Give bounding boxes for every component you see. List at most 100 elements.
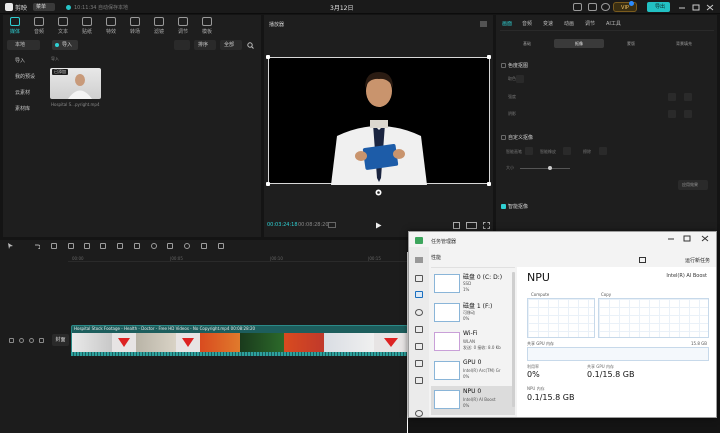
sidebar-item-library[interactable]: 素材库 xyxy=(7,104,40,114)
tool-text[interactable]: 文本 xyxy=(52,17,74,35)
lock-track-icon[interactable] xyxy=(9,338,14,343)
brush-size-handle[interactable] xyxy=(548,166,552,170)
device-disk-0[interactable]: 磁盘 0 (C: D:) SSD 1% xyxy=(431,270,515,299)
tool-audio[interactable]: 音频 xyxy=(28,17,50,35)
device-disk-1[interactable]: 磁盘 1 (F:) 可移动 0% xyxy=(431,299,515,328)
tool-transition[interactable]: 转场 xyxy=(124,17,146,35)
tool-sticker[interactable]: 贴纸 xyxy=(76,17,98,35)
tool-effects[interactable]: 特效 xyxy=(100,17,122,35)
sort-button[interactable]: 排序 xyxy=(194,40,216,50)
erase-tool[interactable] xyxy=(599,147,607,155)
tab-audio[interactable]: 音频 xyxy=(522,20,532,27)
tool-adjust[interactable]: 调节 xyxy=(172,17,194,35)
smart-eraser-tool[interactable] xyxy=(563,147,571,155)
hamburger-icon[interactable] xyxy=(415,257,423,263)
cover-button[interactable]: 封面 xyxy=(52,334,69,346)
rotate-icon[interactable] xyxy=(184,243,190,249)
close-icon[interactable] xyxy=(706,4,714,11)
fit-icon[interactable] xyxy=(453,222,460,229)
color-picker-swatch[interactable] xyxy=(516,75,524,83)
tool-template[interactable]: 模板 xyxy=(196,17,218,35)
export-button[interactable]: 导出 xyxy=(647,2,670,12)
services-icon[interactable] xyxy=(415,377,423,384)
hide-track-icon[interactable] xyxy=(19,338,24,343)
import-button[interactable]: 导入 xyxy=(52,40,78,50)
minimize-icon[interactable] xyxy=(678,4,686,11)
subtab-background[interactable]: 背景填充 xyxy=(658,39,710,48)
timecode-mode-icon[interactable] xyxy=(328,222,336,228)
device-wifi[interactable]: Wi-Fi WLAN 发送: 0 接收: 8.0 Kb xyxy=(431,328,515,357)
rotate-handle-icon[interactable] xyxy=(375,189,382,196)
freeze-icon[interactable] xyxy=(134,243,140,249)
subtab-mask[interactable]: 蒙版 xyxy=(606,39,656,48)
device-npu[interactable]: NPU 0 Intel(R) AI Boost 0% xyxy=(431,386,515,415)
minimize-icon[interactable] xyxy=(667,235,675,242)
filter-button[interactable]: 全部 xyxy=(220,40,242,50)
view-toggle-button[interactable] xyxy=(174,40,190,50)
shortcut-icon[interactable] xyxy=(573,3,582,11)
smart-key-checkbox[interactable] xyxy=(501,204,506,209)
search-icon[interactable] xyxy=(247,42,254,49)
history-icon[interactable] xyxy=(415,309,423,316)
sidebar-item-import[interactable]: 导入 xyxy=(7,56,40,66)
custom-key-checkbox[interactable] xyxy=(501,135,506,140)
sidebar-item-presets[interactable]: 我的预设 xyxy=(7,72,40,82)
tab-ai-tools[interactable]: AI工具 xyxy=(606,20,621,27)
delete-icon[interactable] xyxy=(117,243,123,249)
undo-icon[interactable] xyxy=(34,243,40,249)
timeline-ruler[interactable] xyxy=(68,255,408,262)
subtab-keying[interactable]: 抠像 xyxy=(554,39,604,48)
crop-icon[interactable] xyxy=(201,243,207,249)
shadow-value[interactable] xyxy=(668,110,676,118)
layout-icon[interactable] xyxy=(588,3,597,11)
smart-brush-tool[interactable] xyxy=(525,147,533,155)
crop-handle[interactable] xyxy=(487,55,491,59)
strength-value[interactable] xyxy=(668,93,676,101)
run-task-icon[interactable] xyxy=(639,257,646,263)
split-left-icon[interactable] xyxy=(84,243,90,249)
select-tool-icon[interactable] xyxy=(8,243,14,249)
crop-handle[interactable] xyxy=(266,182,270,186)
settings-icon[interactable] xyxy=(601,3,610,11)
ratio-icon[interactable] xyxy=(466,222,477,229)
record-icon[interactable] xyxy=(151,243,157,249)
processes-icon[interactable] xyxy=(415,275,423,282)
play-icon[interactable] xyxy=(375,222,382,229)
sidebar-item-local[interactable]: 本地 xyxy=(7,40,40,50)
tab-speed[interactable]: 变速 xyxy=(543,20,553,27)
close-icon[interactable] xyxy=(701,235,709,242)
startup-icon[interactable] xyxy=(415,326,423,333)
strength-stepper[interactable] xyxy=(684,93,692,101)
tool-filter[interactable]: 滤镜 xyxy=(148,17,170,35)
crop-handle[interactable] xyxy=(266,55,270,59)
brush-size-slider[interactable] xyxy=(520,168,570,169)
menu-button[interactable]: 菜单 xyxy=(33,3,55,11)
sidebar-item-cloud[interactable]: 云素材 xyxy=(7,88,40,98)
performance-icon[interactable] xyxy=(415,291,423,298)
tab-picture[interactable]: 画面 xyxy=(502,20,512,27)
redo-icon[interactable] xyxy=(51,243,57,249)
tab-animation[interactable]: 动画 xyxy=(564,20,574,27)
fullscreen-icon[interactable] xyxy=(483,222,490,229)
split-right-icon[interactable] xyxy=(100,243,106,249)
video-preview[interactable] xyxy=(268,57,490,185)
device-gpu[interactable]: GPU 0 Intel(R) Arc(TM) Gr 0% xyxy=(431,357,515,386)
more-tools-icon[interactable] xyxy=(218,243,224,249)
mute-track-icon[interactable] xyxy=(29,338,34,343)
shadow-stepper[interactable] xyxy=(684,110,692,118)
maximize-icon[interactable] xyxy=(683,235,691,242)
tool-media[interactable]: 媒体 xyxy=(4,17,26,35)
maximize-icon[interactable] xyxy=(692,4,700,11)
settings-icon[interactable] xyxy=(415,410,423,417)
apply-effect-button[interactable]: 应用效果 xyxy=(678,180,708,190)
project-title[interactable]: 3月12日 xyxy=(330,3,353,12)
chroma-key-checkbox[interactable] xyxy=(501,63,506,68)
run-new-task-button[interactable]: 运行新任务 xyxy=(685,257,710,264)
crop-handle[interactable] xyxy=(487,182,491,186)
details-icon[interactable] xyxy=(415,360,423,367)
subtab-basic[interactable]: 基础 xyxy=(502,39,552,48)
player-menu-icon[interactable] xyxy=(480,21,487,27)
split-icon[interactable] xyxy=(68,243,74,249)
mirror-icon[interactable] xyxy=(167,243,173,249)
tab-adjust[interactable]: 调节 xyxy=(585,20,595,27)
